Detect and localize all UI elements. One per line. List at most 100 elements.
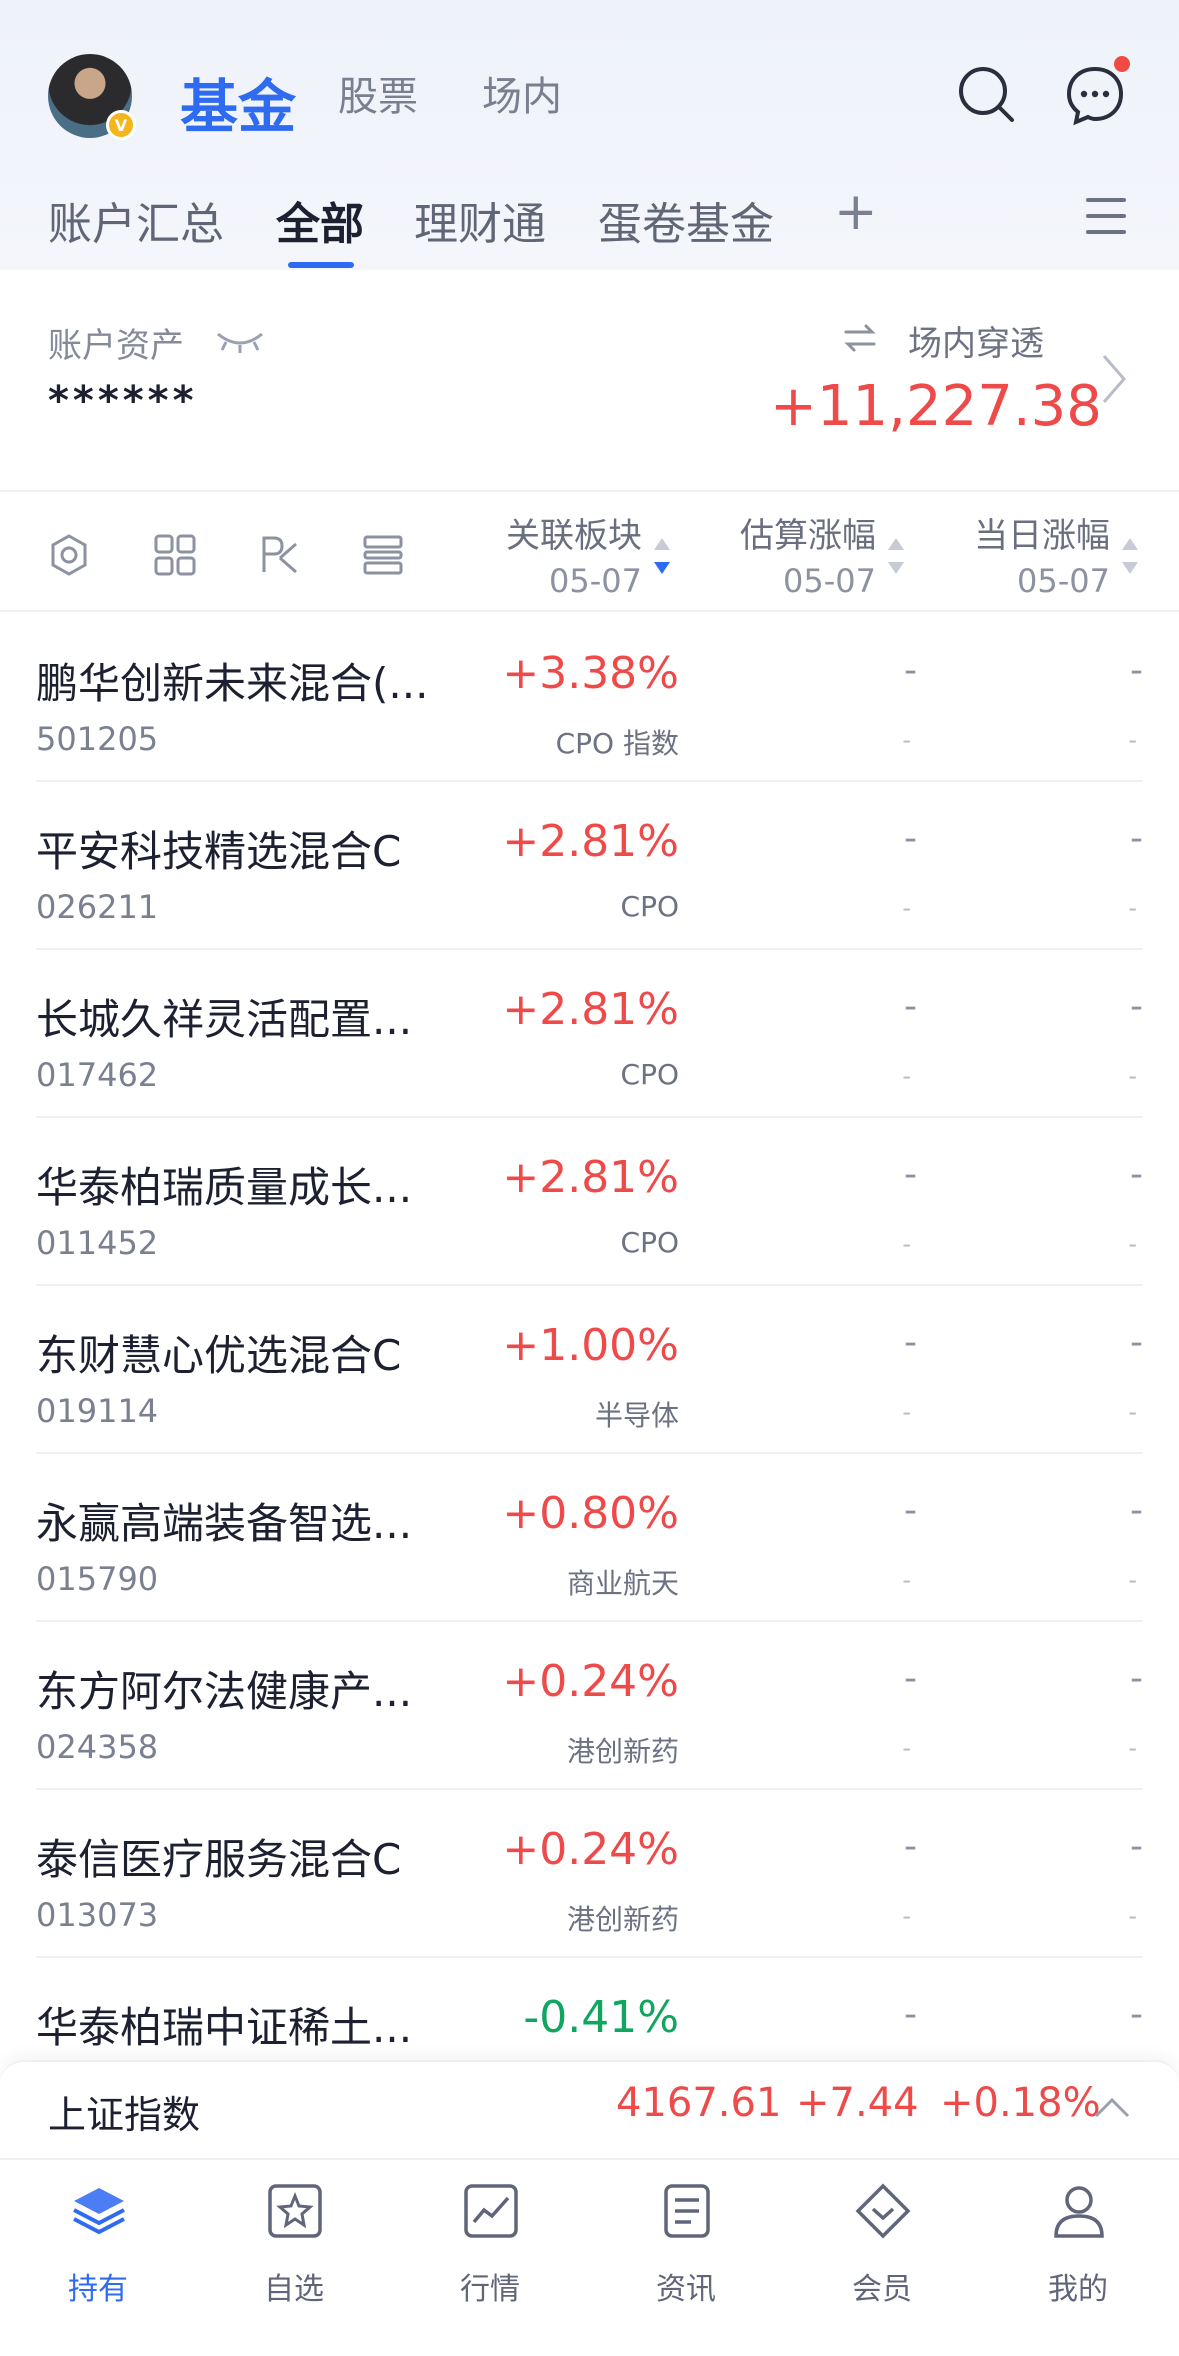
fund-row[interactable]: 华泰柏瑞质量成长... 011452 +2.81% CPO - - - -	[36, 1118, 1143, 1286]
fund-row[interactable]: 东财慧心优选混合C 019114 +1.00% 半导体 - - - -	[36, 1286, 1143, 1454]
index-pct: +0.18%	[940, 2080, 1101, 2126]
est-change: -	[904, 1154, 917, 1195]
subtab-all[interactable]: 全部	[276, 188, 364, 252]
sector-name: CPO 指数	[555, 727, 679, 760]
chevron-right-icon[interactable]	[1100, 352, 1128, 406]
sector-change: +1.00%	[502, 1320, 679, 1371]
est-sub: -	[902, 1566, 911, 1594]
nav-holdings[interactable]: 持有	[18, 2182, 178, 2322]
col-sector-title[interactable]: 关联板块	[462, 508, 642, 557]
nav-watchlist[interactable]: 自选	[214, 2182, 374, 2322]
sector-change: +2.81%	[502, 1152, 679, 1203]
fund-name: 泰信医疗服务混合C	[36, 1835, 402, 1884]
day-change: -	[1130, 1154, 1143, 1195]
swap-icon[interactable]	[842, 320, 878, 356]
kline-icon[interactable]	[256, 532, 302, 578]
est-change: -	[904, 1322, 917, 1363]
est-change: -	[904, 1490, 917, 1531]
fund-name: 平安科技精选混合C	[36, 827, 402, 876]
layers-icon	[73, 2188, 125, 2235]
fund-code: 026211	[36, 888, 159, 926]
nav-news[interactable]: 资讯	[606, 2182, 766, 2322]
subtab-danjuan[interactable]: 蛋卷基金	[598, 188, 774, 252]
day-change: -	[1130, 1658, 1143, 1699]
star-icon	[268, 2184, 322, 2238]
nav-label: 会员	[852, 2272, 912, 2307]
col-est-title[interactable]: 估算涨幅	[700, 508, 876, 557]
grid-view-icon[interactable]	[152, 532, 198, 578]
fund-code: 024358	[36, 1728, 159, 1766]
day-sub: -	[1128, 894, 1137, 922]
sector-change: +2.81%	[502, 984, 679, 1035]
index-name: 上证指数	[48, 2093, 201, 2137]
day-change: -	[1130, 1490, 1143, 1531]
day-sub: -	[1128, 1230, 1137, 1258]
sector-name: CPO	[620, 1058, 679, 1091]
subtab-licaitong[interactable]: 理财通	[414, 188, 546, 252]
fund-row[interactable]: 东方阿尔法健康产... 024358 +0.24% 港创新药 - - - -	[36, 1622, 1143, 1790]
est-sub: -	[902, 1062, 911, 1090]
nav-profile[interactable]: 我的	[998, 2182, 1158, 2322]
message-icon[interactable]	[1064, 64, 1126, 126]
sort-icon[interactable]	[1120, 534, 1140, 578]
fund-row[interactable]: 永赢高端装备智选... 015790 +0.80% 商业航天 - - - -	[36, 1454, 1143, 1622]
sector-name: 半导体	[594, 1399, 679, 1432]
col-day-title[interactable]: 当日涨幅	[934, 508, 1110, 557]
assets-label: 账户资产	[48, 326, 184, 366]
day-sub: -	[1128, 726, 1137, 754]
est-change: -	[904, 1826, 917, 1867]
fund-row[interactable]: 泰信医疗服务混合C 013073 +0.24% 港创新药 - - - -	[36, 1790, 1143, 1958]
subtab-summary[interactable]: 账户汇总	[48, 188, 224, 252]
day-change: -	[1130, 1322, 1143, 1363]
est-sub: -	[902, 1398, 911, 1426]
day-sub: -	[1128, 1062, 1137, 1090]
fund-code: 019114	[36, 1392, 159, 1430]
est-change: -	[904, 650, 917, 691]
sector-change: +2.81%	[502, 816, 679, 867]
sector-name: 港创新药	[566, 1903, 679, 1936]
est-change: -	[904, 1658, 917, 1699]
eye-closed-icon[interactable]	[214, 326, 266, 354]
chevron-up-icon[interactable]	[1092, 2094, 1132, 2120]
fund-code: 501205	[36, 720, 159, 758]
sector-change: +0.24%	[502, 1656, 679, 1707]
diamond-icon	[855, 2183, 911, 2239]
fund-row[interactable]: 长城久祥灵活配置... 017462 +2.81% CPO - - - -	[36, 950, 1143, 1118]
vip-badge: V	[106, 110, 136, 140]
fund-code: 017462	[36, 1056, 159, 1094]
search-icon[interactable]	[956, 64, 1018, 126]
fund-code: 011452	[36, 1224, 159, 1262]
settings-icon[interactable]	[46, 532, 92, 578]
tab-exchange[interactable]: 场内	[482, 64, 562, 122]
sector-name: 港创新药	[566, 1735, 679, 1768]
fund-code: 013073	[36, 1896, 159, 1934]
fund-name: 永赢高端装备智选...	[36, 1499, 413, 1548]
sort-desc-icon[interactable]	[652, 534, 672, 578]
nav-market[interactable]: 行情	[410, 2182, 570, 2322]
penetration-value: +11,227.38	[770, 374, 1102, 439]
fund-code: 015790	[36, 1560, 159, 1598]
menu-icon[interactable]	[1084, 196, 1128, 236]
est-sub: -	[902, 726, 911, 754]
est-sub: -	[902, 1734, 911, 1762]
fund-name: 华泰柏瑞质量成长...	[36, 1163, 413, 1212]
fund-name: 长城久祥灵活配置...	[36, 995, 413, 1044]
fund-row[interactable]: 平安科技精选混合C 026211 +2.81% CPO - - - -	[36, 782, 1143, 950]
penetration-label[interactable]: 场内穿透	[908, 316, 1044, 365]
day-sub: -	[1128, 1398, 1137, 1426]
news-icon	[664, 2184, 710, 2238]
user-avatar[interactable]: V	[48, 54, 136, 140]
assets-value: ******	[48, 378, 198, 424]
sort-icon[interactable]	[886, 534, 906, 578]
fund-row[interactable]: 鹏华创新未来混合(... 501205 +3.38% CPO 指数 - - - …	[36, 614, 1143, 782]
day-change: -	[1130, 1826, 1143, 1867]
day-sub: -	[1128, 1566, 1137, 1594]
day-sub: -	[1128, 1734, 1137, 1762]
add-tab-button[interactable]: +	[834, 182, 878, 242]
tab-stock[interactable]: 股票	[338, 64, 418, 122]
list-view-icon[interactable]	[360, 532, 406, 578]
nav-member[interactable]: 会员	[802, 2182, 962, 2322]
nav-label: 行情	[460, 2272, 520, 2307]
tab-fund[interactable]: 基金	[180, 60, 296, 144]
sector-name: CPO	[620, 1226, 679, 1259]
